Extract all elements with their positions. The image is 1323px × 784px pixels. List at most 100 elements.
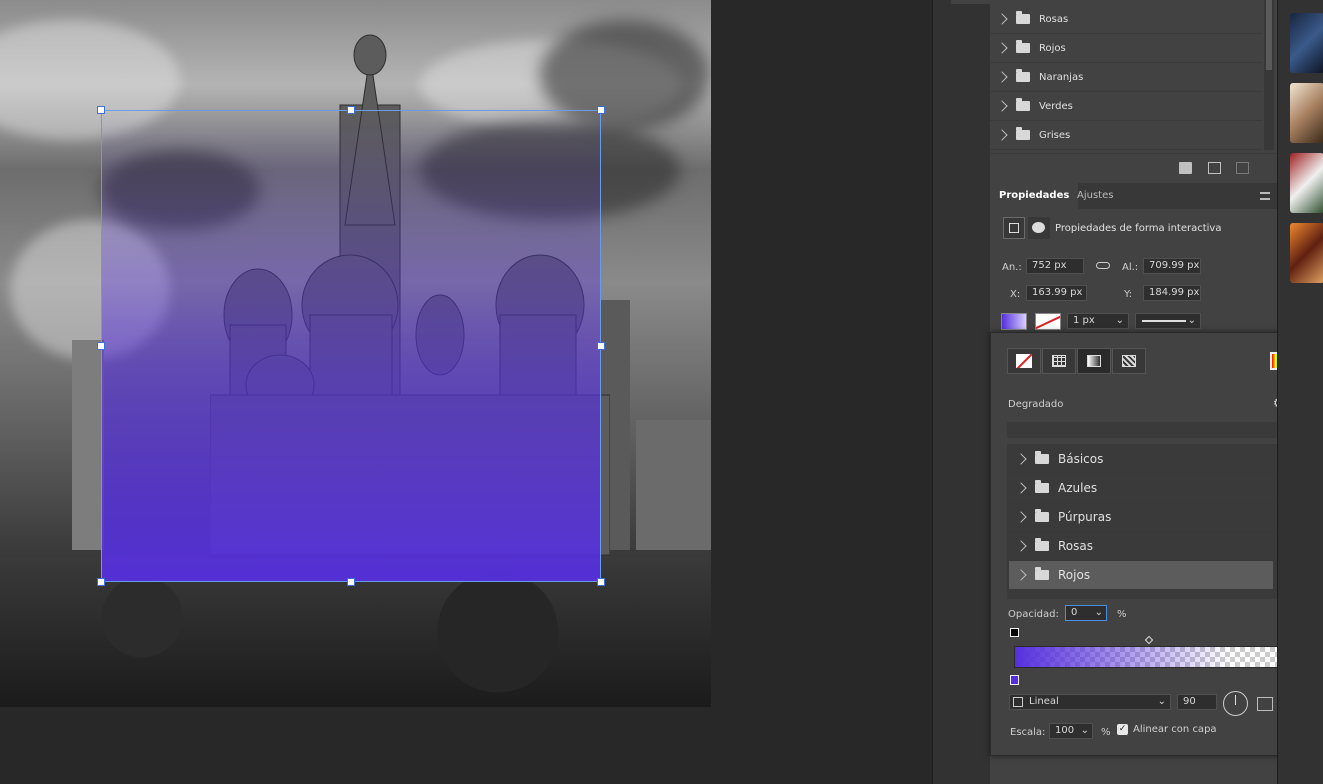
layer-folder-row[interactable]: Rosas [990, 5, 1262, 34]
gradient-folder-label: Azules [1058, 481, 1098, 495]
gradient-folder-row[interactable]: Azules [1009, 474, 1273, 503]
stroke-width-dropdown[interactable]: 1 px ⌄ [1067, 313, 1129, 329]
stroke-width-value: 1 px [1073, 315, 1095, 326]
folder-icon [1035, 451, 1049, 464]
fill-swatch[interactable] [1001, 313, 1027, 330]
link-icon[interactable] [1096, 262, 1110, 269]
transform-handle[interactable] [347, 578, 355, 586]
transform-handle[interactable] [97, 342, 105, 350]
panel-tab[interactable] [951, 0, 991, 4]
gradient-folder-row[interactable]: Básicos [1009, 445, 1273, 474]
chevron-down-icon: ⌄ [1187, 315, 1196, 326]
reverse-gradient-icon[interactable] [1257, 697, 1273, 711]
gradient-ramp[interactable] [1014, 646, 1284, 668]
opacity-unit: % [1117, 609, 1127, 620]
chevron-right-icon[interactable] [1015, 540, 1027, 552]
scale-unit: % [1101, 727, 1111, 738]
x-field[interactable]: 163.99 px [1026, 285, 1087, 301]
pattern-button[interactable] [1112, 348, 1146, 374]
thumbnail[interactable] [1290, 223, 1323, 283]
panel-toolbar [990, 153, 1277, 183]
transform-handle[interactable] [97, 106, 105, 114]
stroke-swatch[interactable] [1035, 313, 1061, 330]
folder-icon [1016, 127, 1030, 140]
chevron-right-icon[interactable] [1015, 511, 1027, 523]
scale-input[interactable]: 100 ⌄ [1049, 723, 1093, 739]
folder-icon [1035, 538, 1049, 551]
solid-color-button[interactable] [1042, 348, 1076, 374]
y-field[interactable]: 184.99 px [1143, 285, 1201, 301]
panel-menu-icon[interactable] [1260, 192, 1270, 200]
stroke-type-dropdown[interactable]: ⌄ [1135, 313, 1201, 329]
layer-folder-row[interactable]: Rojos [990, 34, 1262, 63]
folder-icon [1016, 11, 1030, 24]
opacity-label: Opacidad: [1008, 609, 1059, 620]
thumbnail[interactable] [1290, 83, 1323, 143]
folder-label: Grises [1039, 129, 1071, 141]
chevron-right-icon[interactable] [1015, 453, 1027, 465]
width-label: An.: [1002, 262, 1022, 273]
gradient-folder-label: Púrpuras [1058, 510, 1112, 524]
gradient-search-bar[interactable] [1007, 422, 1277, 438]
folder-label: Rosas [1039, 13, 1069, 25]
height-field[interactable]: 709.99 px [1143, 258, 1201, 274]
new-layer-icon[interactable] [1208, 162, 1221, 174]
folder-icon [1035, 480, 1049, 493]
folder-icon [1016, 69, 1030, 82]
no-fill-button[interactable] [1007, 348, 1041, 374]
shape-properties-icon[interactable] [1003, 217, 1025, 239]
angle-input[interactable]: 90 [1177, 694, 1217, 710]
gradient-folder-row[interactable]: Púrpuras [1009, 503, 1273, 532]
y-label: Y: [1124, 289, 1133, 300]
chevron-down-icon: ⌄ [1094, 607, 1103, 618]
color-stop-left[interactable] [1010, 675, 1019, 685]
collapsed-panel-strip [932, 0, 991, 784]
canvas-area[interactable] [0, 0, 932, 784]
mask-properties-icon[interactable] [1028, 217, 1050, 239]
tab-properties[interactable]: Propiedades [990, 183, 1079, 209]
gradient-fill-shape[interactable] [97, 106, 605, 586]
gradient-type-value: Lineal [1029, 696, 1059, 707]
gradient-folder-row-selected[interactable]: Rojos [1009, 561, 1273, 590]
chevron-right-icon[interactable] [996, 129, 1008, 141]
gradient-folder-row[interactable]: Rosas [1009, 532, 1273, 561]
folder-icon [1035, 509, 1049, 522]
chevron-right-icon[interactable] [1015, 569, 1027, 581]
opacity-stop-left[interactable] [1010, 628, 1019, 637]
layer-folder-row[interactable]: Verdes [990, 92, 1262, 121]
opacity-value: 0 [1071, 607, 1078, 618]
opacity-input[interactable]: 0 ⌄ [1065, 605, 1107, 621]
chevron-right-icon[interactable] [1015, 482, 1027, 494]
gradient-button[interactable] [1077, 348, 1111, 374]
x-label: X: [1010, 289, 1021, 300]
transform-handle[interactable] [597, 106, 605, 114]
folder-label: Naranjas [1039, 71, 1084, 83]
layer-folder-row[interactable]: Grises [990, 121, 1262, 150]
scrollbar[interactable] [1264, 0, 1274, 150]
folder-label: Rojos [1039, 42, 1066, 54]
width-field[interactable]: 752 px [1026, 258, 1084, 274]
layer-folder-row[interactable]: Naranjas [990, 63, 1262, 92]
chevron-down-icon: ⌄ [1115, 315, 1124, 326]
chevron-right-icon[interactable] [996, 42, 1008, 54]
thumbnail[interactable] [1290, 153, 1323, 213]
angle-dial[interactable] [1223, 691, 1248, 716]
properties-title: Propiedades de forma interactiva [1055, 223, 1222, 234]
thumbnail[interactable] [1290, 13, 1323, 73]
gradient-type-dropdown[interactable]: Lineal ⌄ [1009, 694, 1171, 710]
new-group-icon[interactable] [1179, 162, 1192, 174]
chevron-right-icon[interactable] [996, 71, 1008, 83]
history-thumbnails [1277, 0, 1323, 784]
chevron-right-icon[interactable] [996, 100, 1008, 112]
chevron-down-icon: ⌄ [1080, 725, 1089, 736]
transform-handle[interactable] [597, 342, 605, 350]
chevron-right-icon[interactable] [996, 13, 1008, 25]
transform-handle[interactable] [347, 106, 355, 114]
trash-icon[interactable] [1236, 162, 1249, 174]
folder-label: Verdes [1039, 100, 1073, 112]
transform-handle[interactable] [597, 578, 605, 586]
tab-adjustments[interactable]: Ajustes [1068, 183, 1122, 209]
midpoint-diamond[interactable] [1144, 635, 1154, 645]
align-with-layer-checkbox[interactable]: ✓ [1117, 724, 1128, 735]
transform-handle[interactable] [97, 578, 105, 586]
